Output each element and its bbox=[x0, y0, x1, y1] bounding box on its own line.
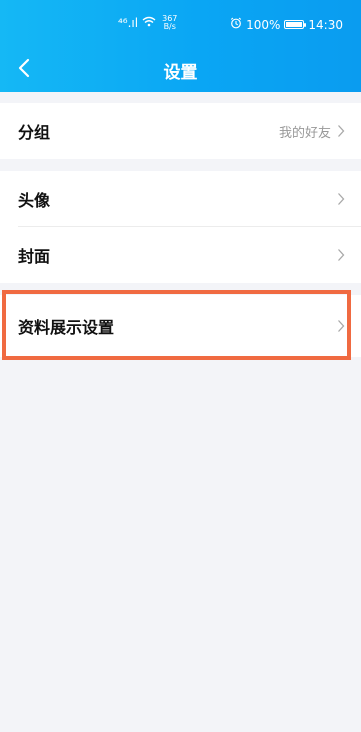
battery-percent: 100% bbox=[246, 17, 281, 32]
row-label: 封面 bbox=[18, 247, 51, 266]
chevron-right-icon bbox=[338, 249, 345, 261]
app-header: ⁴⁶.ıl 367 B/s 100% 14:30 设置 bbox=[0, 0, 361, 92]
settings-row-avatar[interactable]: 头像 bbox=[0, 171, 361, 227]
battery-icon bbox=[284, 20, 307, 29]
page-title: 设置 bbox=[163, 63, 198, 83]
wifi-icon bbox=[142, 16, 156, 30]
chevron-right-icon bbox=[338, 125, 345, 137]
settings-section-group: 分组 我的好友 bbox=[0, 103, 361, 159]
chevron-right-icon bbox=[338, 193, 345, 205]
alarm-icon bbox=[230, 17, 242, 32]
status-right: 100% 14:30 bbox=[230, 17, 343, 32]
network-speed: 367 B/s bbox=[162, 15, 177, 31]
status-network: ⁴⁶.ıl 367 B/s bbox=[118, 15, 177, 31]
row-label: 头像 bbox=[18, 191, 51, 210]
settings-row-profile-display[interactable]: 资料展示设置 bbox=[0, 295, 361, 357]
status-time: 14:30 bbox=[308, 17, 343, 32]
row-label: 资料展示设置 bbox=[18, 318, 115, 337]
status-bar: ⁴⁶.ıl 367 B/s 100% 14:30 bbox=[0, 0, 361, 44]
settings-section-appearance: 头像 封面 bbox=[0, 171, 361, 283]
signal-icon: ⁴⁶.ıl bbox=[118, 16, 139, 30]
chevron-right-icon bbox=[338, 320, 345, 332]
settings-section-profile-display: 资料展示设置 bbox=[0, 295, 361, 357]
settings-row-cover[interactable]: 封面 bbox=[0, 227, 361, 283]
settings-row-group[interactable]: 分组 我的好友 bbox=[0, 103, 361, 159]
navigation-bar: 设置 bbox=[0, 44, 361, 92]
row-value: 我的好友 bbox=[278, 125, 331, 141]
network-speed-unit: B/s bbox=[163, 22, 176, 31]
row-label: 分组 bbox=[18, 123, 51, 142]
